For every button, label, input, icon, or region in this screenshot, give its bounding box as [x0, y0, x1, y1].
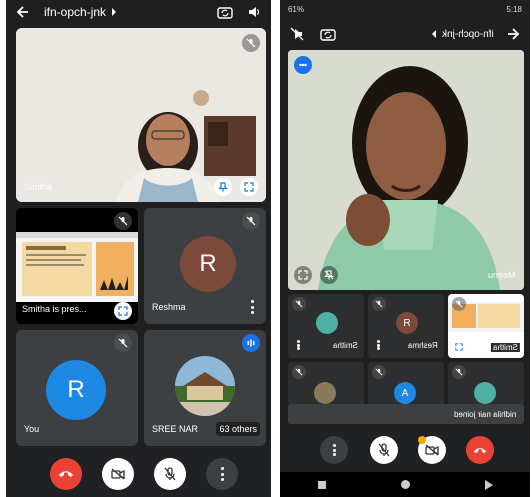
pin-icon[interactable]	[214, 178, 232, 196]
right-tile-1-mic-off-icon	[292, 297, 306, 311]
right-tile-3-name: Smitha	[491, 343, 520, 352]
meeting-title-right[interactable]: ifn-opch-jnk	[442, 29, 494, 40]
right-tile-2-more-icon[interactable]	[376, 340, 380, 350]
right-tile-4-mic-off-icon	[292, 365, 306, 379]
participant-tile-reshma[interactable]: R Reshma	[144, 208, 266, 324]
status-battery: 61%	[288, 4, 305, 14]
right-tile-2-avatar: R	[396, 312, 418, 334]
right-tile-4-avatar	[314, 382, 336, 404]
switch-camera-icon[interactable]	[217, 5, 233, 19]
right-tile-3-mic-off-icon	[452, 297, 466, 311]
end-call-button[interactable]	[50, 458, 82, 490]
fullscreen-icon[interactable]	[240, 178, 258, 196]
tile-2-more-icon[interactable]	[250, 300, 254, 314]
right-camera-off-button[interactable]	[418, 436, 446, 464]
avatar-reshma: R	[180, 236, 236, 292]
right-mic-off-button[interactable]	[370, 436, 398, 464]
main-participant-name: Smitha	[24, 182, 53, 192]
join-toast-text: nidhila nair joined	[453, 409, 516, 419]
right-main-video-image	[288, 50, 524, 290]
tile-2-name: Reshma	[152, 302, 186, 312]
others-count-badge[interactable]: 63 others	[216, 422, 260, 436]
chevron-left-icon[interactable]	[430, 30, 438, 38]
mirrored-top-bar: ifn-opch-jnk	[280, 20, 530, 48]
avatar-you: R	[46, 360, 106, 420]
right-grid-tile-4[interactable]	[288, 362, 364, 406]
right-grid-tile-2[interactable]: R Reshma	[368, 294, 444, 358]
status-bar: 5:18 61%	[280, 0, 530, 18]
right-tile-5-avatar: A	[394, 382, 416, 404]
tile-3-name: You	[24, 424, 40, 434]
right-call-controls	[280, 430, 530, 472]
right-grid-tile-6[interactable]	[448, 362, 524, 406]
tile-3-mic-off-icon	[114, 334, 132, 352]
right-main-name: Meenu	[488, 270, 516, 280]
forward-arrow-icon[interactable]	[506, 27, 520, 41]
join-toast: nidhila nair joined	[288, 404, 524, 424]
participant-tile-others[interactable]: SREE NAR 63 others	[144, 330, 266, 446]
camera-off-button[interactable]	[102, 458, 134, 490]
android-nav-bar	[280, 472, 530, 497]
right-phone-screen: 5:18 61% ifn-opch-jnk Meenu Smitha R Res…	[280, 0, 530, 497]
chevron-right-icon[interactable]	[110, 8, 118, 16]
main-video-image	[16, 28, 266, 202]
more-options-button[interactable]	[206, 458, 238, 490]
main-mic-off-icon	[242, 34, 260, 52]
main-video-tile[interactable]: Smitha	[16, 28, 266, 202]
right-speaking-badge	[294, 56, 312, 74]
nav-recents-icon[interactable]	[317, 480, 326, 489]
participant-tile-you[interactable]: R You	[16, 330, 138, 446]
right-more-options-button[interactable]	[320, 436, 348, 464]
speaking-indicator-icon	[242, 334, 260, 352]
top-bar: ifn-opch-jnk	[6, 0, 271, 24]
right-tile-6-mic-off-icon	[452, 365, 466, 379]
status-time: 5:18	[506, 4, 522, 14]
right-tile-1-avatar	[316, 312, 338, 334]
right-grid-tile-1[interactable]: Smitha	[288, 294, 364, 358]
back-arrow-icon[interactable]	[16, 5, 30, 19]
camera-warning-dot-icon	[418, 436, 426, 444]
call-controls-bar	[6, 447, 271, 497]
tile-2-mic-off-icon	[242, 212, 260, 230]
right-grid-tile-3[interactable]: Smitha	[448, 294, 524, 358]
speaker-off-icon[interactable]	[290, 27, 304, 41]
right-tile-2-mic-off-icon	[372, 297, 386, 311]
right-tile-3-fullscreen-icon[interactable]	[452, 340, 466, 354]
right-tile-1-more-icon[interactable]	[296, 340, 300, 350]
right-tile-5-mic-off-icon	[372, 365, 386, 379]
presentation-tile[interactable]: Smitha is pres...	[16, 208, 138, 324]
left-phone-screen: ifn-opch-jnk Smitha Smitha is pres... R …	[6, 0, 271, 497]
tile-1-fullscreen-icon[interactable]	[114, 302, 132, 320]
right-end-call-button[interactable]	[466, 436, 494, 464]
participant-thumbnail	[175, 356, 235, 416]
presentation-thumbnail	[16, 232, 138, 302]
switch-camera-icon-right[interactable]	[320, 27, 336, 41]
right-tile-2-name: Reshma	[408, 341, 438, 350]
tile-1-mic-off-icon	[114, 212, 132, 230]
right-grid-tile-5[interactable]: A	[368, 362, 444, 406]
right-tile-1-name: Smitha	[333, 341, 358, 350]
right-tile-6-avatar	[474, 382, 496, 404]
right-pin-off-icon[interactable]	[320, 266, 338, 284]
more-options-icon	[220, 467, 224, 481]
right-more-options-icon	[332, 444, 336, 456]
right-fullscreen-icon[interactable]	[294, 266, 312, 284]
mic-off-button[interactable]	[154, 458, 186, 490]
speaker-icon[interactable]	[247, 5, 261, 19]
right-main-video-tile[interactable]: Meenu	[288, 50, 524, 290]
nav-home-icon[interactable]	[400, 480, 410, 489]
tile-4-name: SREE NAR	[152, 424, 199, 434]
nav-back-icon[interactable]	[484, 479, 493, 490]
meeting-title[interactable]: ifn-opch-jnk	[44, 5, 106, 19]
tile-1-name: Smitha is pres...	[22, 304, 87, 314]
